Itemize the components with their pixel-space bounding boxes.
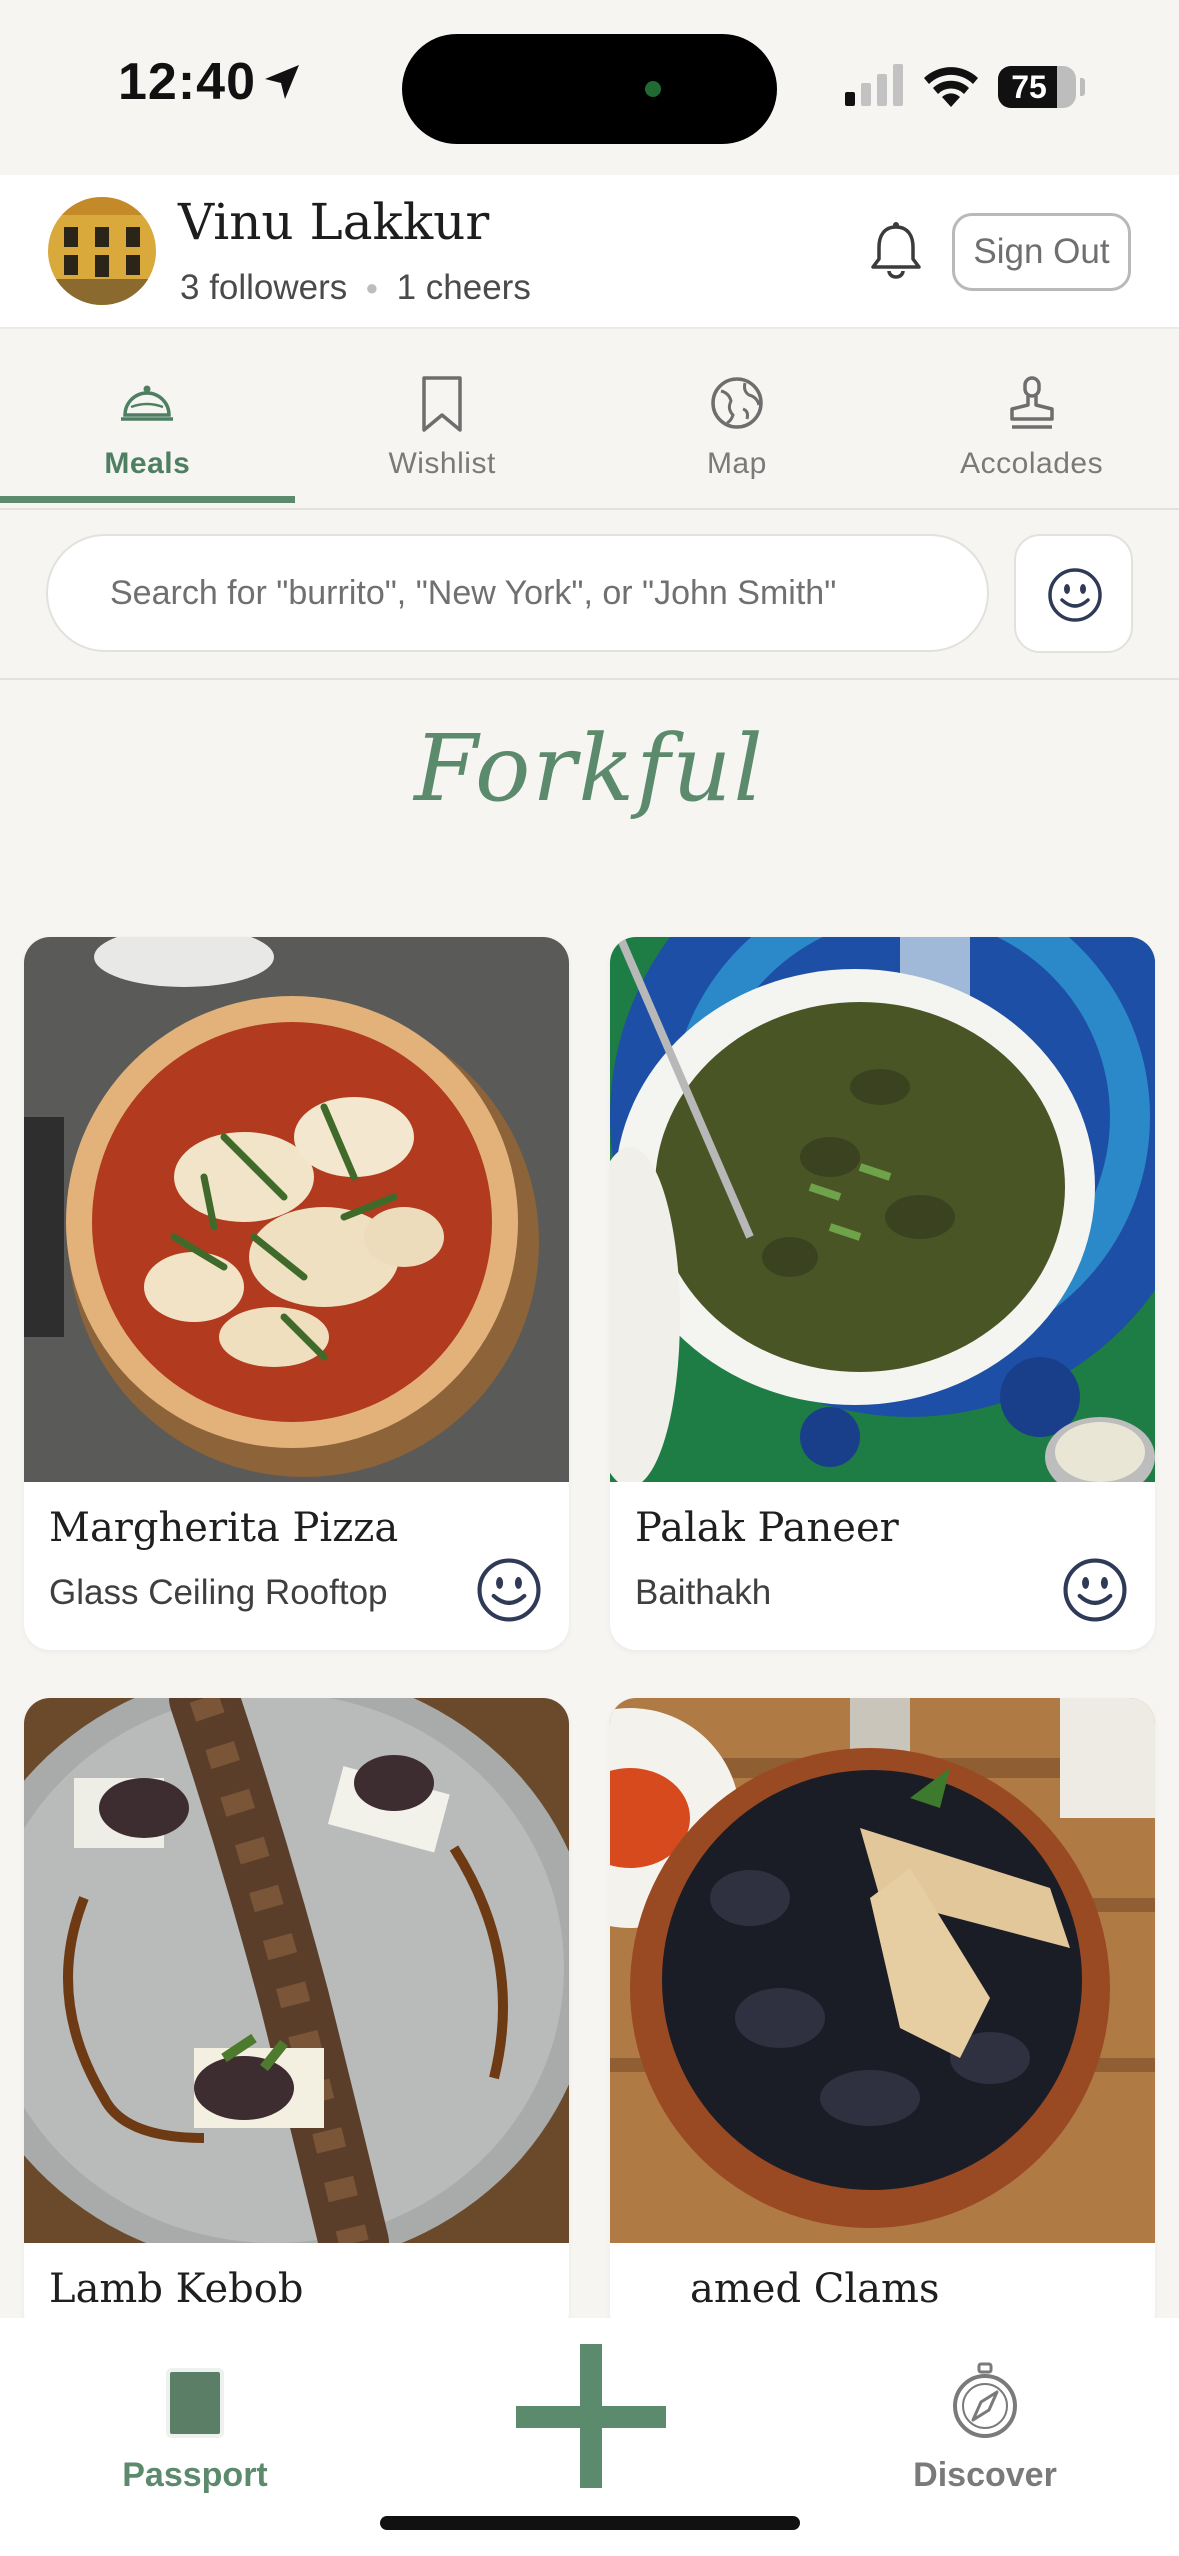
meal-photo[interactable] — [24, 937, 569, 1482]
cheers-count[interactable]: 1 cheers — [397, 268, 531, 308]
meal-photo[interactable] — [610, 937, 1155, 1482]
meal-card[interactable]: Margherita Pizza Glass Ceiling Rooftop — [24, 937, 569, 1650]
meal-card[interactable]: amed Clams — [610, 1698, 1155, 2338]
meal-dish-name: Margherita Pizza — [49, 1505, 399, 1551]
meal-dish-name: amed Clams — [690, 2266, 940, 2312]
nav-discover[interactable]: Discover — [870, 2348, 1100, 2498]
compass-icon — [953, 2362, 1017, 2438]
app-logo: Forkful — [414, 715, 765, 822]
profile-stats: 3 followers ● 1 cheers — [180, 268, 531, 308]
battery-percentage: 75 — [1011, 69, 1047, 105]
nav-discover-label: Discover — [913, 2456, 1057, 2494]
smiley-icon — [1048, 568, 1102, 622]
smiley-icon[interactable] — [476, 1557, 542, 1623]
tab-accolades-label: Accolades — [960, 447, 1104, 480]
status-bar: 12:40 75 — [0, 0, 1179, 175]
passport-icon — [170, 2372, 220, 2434]
avatar[interactable] — [48, 197, 156, 305]
sign-out-button[interactable]: Sign Out — [952, 213, 1131, 291]
meal-photo[interactable] — [24, 1698, 569, 2243]
meal-photo[interactable] — [610, 1698, 1155, 2243]
section-tabs: Meals Wishlist Map Accolades — [0, 327, 1179, 510]
nav-passport-label: Passport — [122, 2456, 268, 2494]
meal-card[interactable]: Lamb Kebob — [24, 1698, 569, 2338]
tab-meals[interactable]: Meals — [0, 329, 295, 508]
camera-indicator-dot — [645, 81, 661, 97]
meal-venue-name: Baithakh — [635, 1573, 772, 1612]
status-time: 12:40 — [118, 53, 256, 111]
meal-dish-name: Lamb Kebob — [49, 2266, 304, 2312]
active-tab-indicator — [0, 496, 295, 503]
cellular-signal-icon — [845, 64, 903, 106]
tab-meals-label: Meals — [104, 447, 191, 480]
search-input[interactable] — [46, 534, 989, 652]
globe-icon — [711, 377, 763, 429]
user-name: Vinu Lakkur — [178, 193, 490, 251]
wifi-icon — [924, 67, 978, 107]
nav-passport[interactable]: Passport — [80, 2348, 310, 2498]
bell-icon[interactable] — [864, 219, 928, 283]
tab-map-label: Map — [706, 447, 767, 480]
stamp-icon — [1009, 376, 1054, 429]
battery-cap — [1080, 78, 1085, 96]
bookmark-icon — [422, 376, 462, 432]
dynamic-island — [402, 34, 777, 144]
battery-icon: 75 — [998, 66, 1076, 108]
tab-wishlist[interactable]: Wishlist — [295, 329, 590, 508]
mood-filter-button[interactable] — [1014, 534, 1133, 653]
search-row — [0, 510, 1179, 680]
followers-count[interactable]: 3 followers — [180, 268, 347, 308]
plus-icon[interactable] — [510, 2328, 670, 2488]
stats-separator: ● — [365, 275, 379, 300]
location-arrow-icon — [265, 65, 299, 99]
cloche-icon — [121, 385, 174, 421]
meal-dish-name: Palak Paneer — [635, 1505, 899, 1551]
smiley-icon[interactable] — [1062, 1557, 1128, 1623]
tab-wishlist-label: Wishlist — [388, 447, 496, 480]
home-indicator — [380, 2516, 800, 2530]
tab-accolades[interactable]: Accolades — [884, 329, 1179, 508]
profile-header: Vinu Lakkur 3 followers ● 1 cheers Sign … — [0, 175, 1179, 327]
tab-map[interactable]: Map — [590, 329, 885, 508]
meal-venue-name: Glass Ceiling Rooftop — [49, 1573, 388, 1612]
meal-card[interactable]: Palak Paneer Baithakh — [610, 937, 1155, 1650]
